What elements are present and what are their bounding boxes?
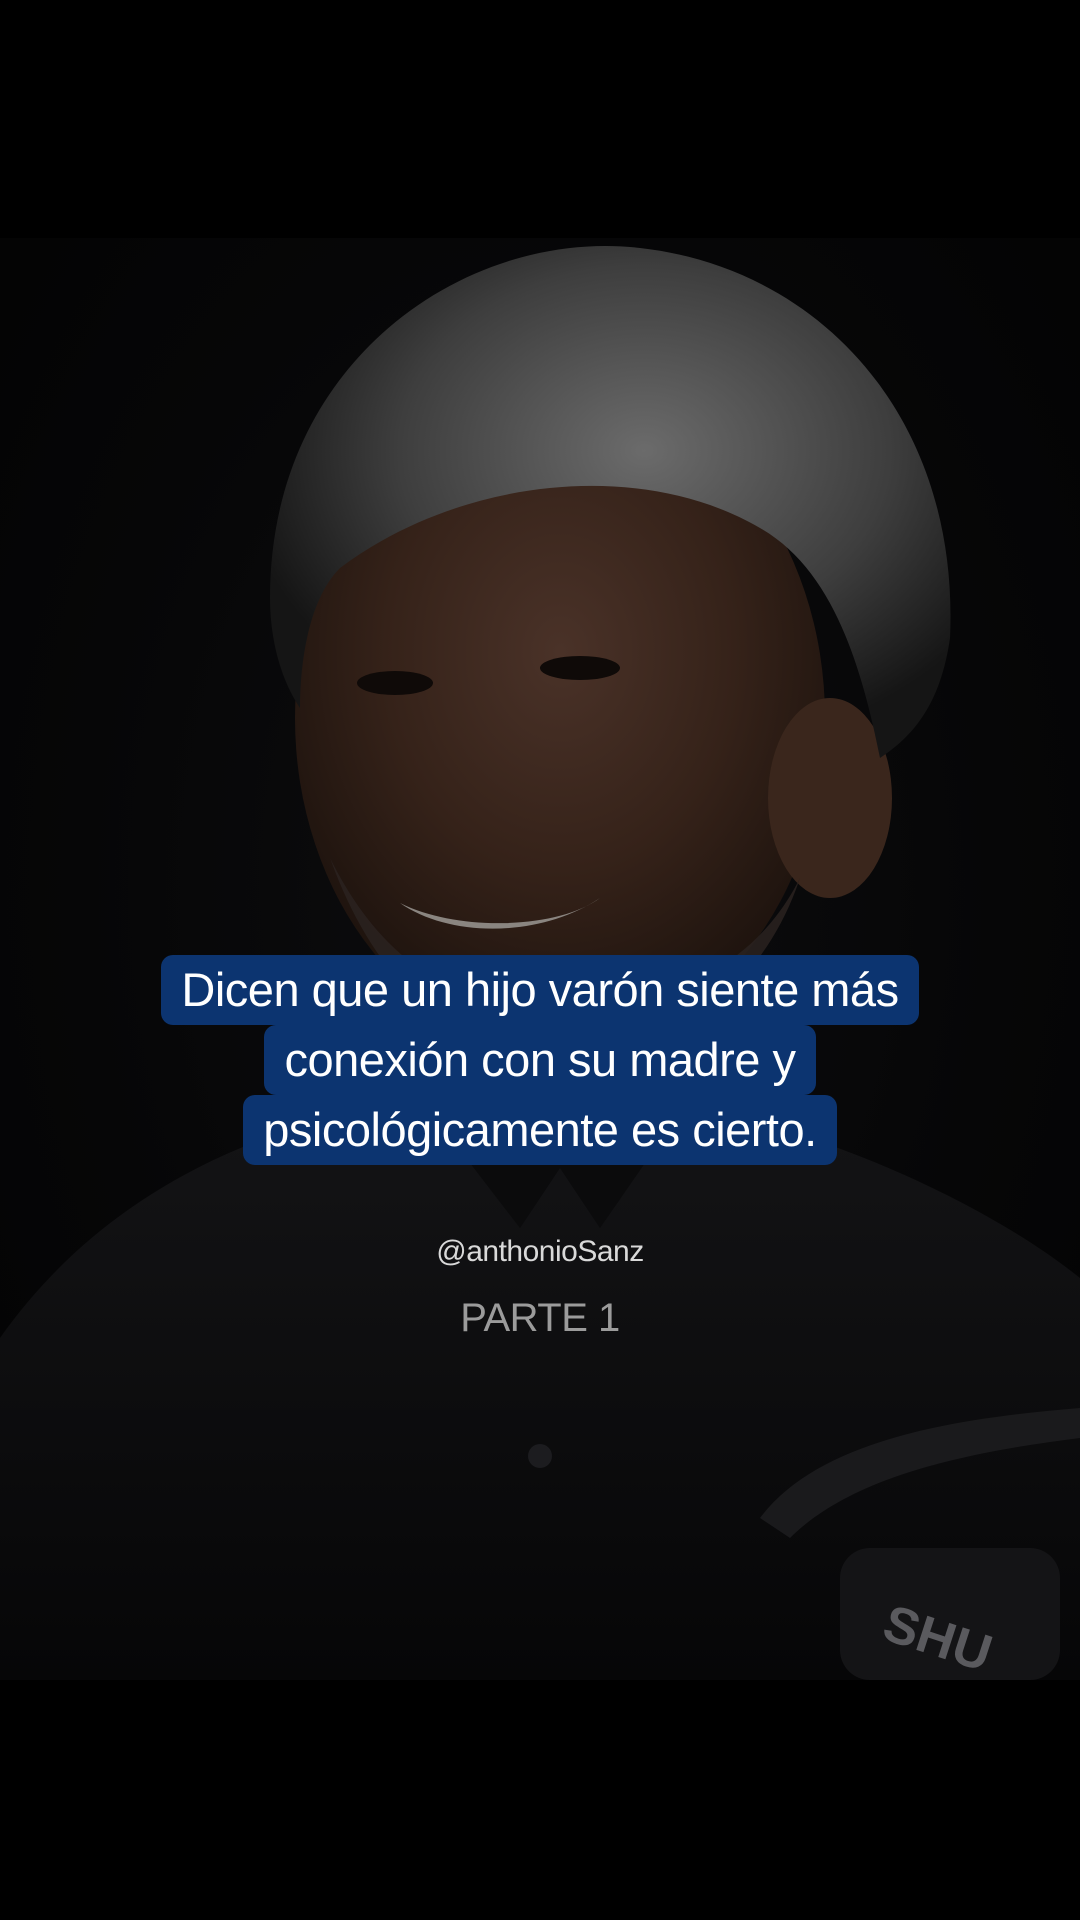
- video-frame: SHU Dicen que un hijo varón siente más c…: [0, 0, 1080, 1920]
- caption-block: Dicen que un hijo varón siente más conex…: [0, 955, 1080, 1165]
- caption-line-2: conexión con su madre y: [264, 1025, 816, 1095]
- part-label: PARTE 1: [460, 1296, 620, 1340]
- left-eye: [357, 671, 433, 695]
- ear-shape: [768, 698, 892, 898]
- caption-line-3: psicológicamente es cierto.: [243, 1095, 837, 1165]
- right-eye: [540, 656, 620, 680]
- caption-line-1: Dicen que un hijo varón siente más: [161, 955, 919, 1025]
- shirt-button: [528, 1444, 552, 1468]
- creator-handle: @anthonioSanz: [436, 1235, 644, 1268]
